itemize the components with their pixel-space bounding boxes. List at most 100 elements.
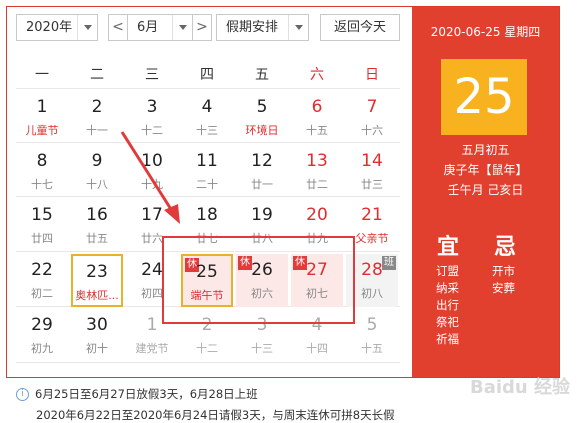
next-month-button[interactable]: >	[192, 14, 212, 41]
yi-item: 订盟	[436, 264, 459, 278]
lunar-label: 奥林匹...	[75, 289, 119, 302]
day-cell[interactable]: 9 十八	[71, 145, 123, 198]
day-number: 8	[36, 151, 48, 171]
holiday-select-label: 假期安排	[226, 20, 279, 35]
day-cell[interactable]: 30 初十	[71, 309, 123, 362]
yi-item: 祈福	[436, 332, 459, 346]
lunar-label: 廿一	[251, 178, 273, 191]
day-cell[interactable]: 15 廿四	[16, 199, 68, 252]
lunar-label: 初二	[31, 287, 53, 300]
notice-line-1: 6月25日至6月27日放假3天，6月28日上班	[35, 387, 258, 401]
day-number: 2	[91, 97, 103, 117]
lunar-label: 十三	[251, 342, 273, 355]
day-cell[interactable]: 4 十三	[181, 91, 233, 144]
holiday-notice: i 6月25日至6月27日放假3天，6月28日上班	[16, 386, 258, 402]
day-cell[interactable]: 5 环境日	[236, 91, 288, 144]
lunar-label: 廿二	[306, 178, 328, 191]
day-cell[interactable]: 11 二十	[181, 145, 233, 198]
day-number: 9	[91, 151, 103, 171]
day-number: 1	[36, 97, 48, 117]
yi-heading: 宜	[437, 235, 460, 260]
weekday-label: 三	[145, 67, 159, 83]
day-number: 12	[251, 151, 273, 171]
ji-list: 开市 安葬	[492, 263, 515, 297]
weekday-label: 一	[35, 67, 49, 83]
lunar-label: 十六	[361, 124, 383, 137]
info-icon: i	[16, 388, 29, 401]
day-number: 30	[86, 315, 108, 335]
prev-month-button[interactable]: <	[108, 14, 128, 41]
chevron-down-icon	[77, 15, 97, 40]
lunar-date: 五月初五	[461, 143, 510, 157]
day-cell[interactable]: 8 十七	[16, 145, 68, 198]
day-cell[interactable]: 23 奥林匹...	[71, 254, 123, 307]
weekday-header: 一 二 三 四 五 六 日	[16, 58, 400, 88]
day-cell[interactable]: 7 十六	[346, 91, 398, 144]
lunar-label: 十五	[361, 342, 383, 355]
calendar-toolbar: 2020年 < 6月 > 假期安排 返回今天	[10, 14, 404, 42]
day-number: 18	[196, 205, 218, 225]
lunar-label: 廿四	[31, 232, 53, 245]
lunar-label: 二十	[196, 178, 218, 191]
lunar-label: 初九	[31, 342, 53, 355]
day-cell[interactable]: 12 廿一	[236, 145, 288, 198]
lunar-label: 廿三	[361, 178, 383, 191]
chevron-down-icon	[288, 15, 308, 40]
day-cell[interactable]: 22 初二	[16, 254, 68, 307]
day-number: 3	[146, 97, 158, 117]
back-to-today-button[interactable]: 返回今天	[320, 14, 400, 41]
day-number: 14	[361, 151, 383, 171]
ji-item: 安葬	[492, 281, 515, 295]
lunar-label: 廿五	[86, 232, 108, 245]
day-number: 16	[86, 205, 108, 225]
lunar-label: 建党节	[135, 342, 169, 355]
lunar-month-day: 壬午月 己亥日	[447, 183, 524, 197]
month-select[interactable]: 6月	[127, 14, 193, 41]
lunar-label: 十一	[86, 124, 108, 137]
ji-heading: 忌	[494, 235, 517, 260]
month-select-label: 6月	[137, 20, 159, 35]
day-number: 4	[201, 97, 213, 117]
lunar-year: 庚子年【鼠年】	[443, 163, 528, 177]
lunar-label: 十七	[31, 178, 53, 191]
day-number: 21	[361, 205, 383, 225]
day-number: 15	[31, 205, 53, 225]
day-cell[interactable]: 14 廿三	[346, 145, 398, 198]
weekday-label: 二	[90, 67, 104, 83]
watermark-logo: Baidu 经验	[469, 377, 570, 398]
lunar-label: 环境日	[245, 124, 279, 137]
day-number: 23	[86, 262, 108, 282]
annotation-arrow	[120, 131, 180, 224]
weekday-label: 日	[365, 67, 379, 83]
day-cell[interactable]: 1 儿童节	[16, 91, 68, 144]
day-number: 5	[256, 97, 268, 117]
day-cell[interactable]: 13 廿二	[291, 145, 343, 198]
grid-divider	[16, 88, 400, 89]
day-cell[interactable]: 29 初九	[16, 309, 68, 362]
lunar-label: 十五	[306, 124, 328, 137]
lunar-label: 十二	[196, 342, 218, 355]
day-number: 7	[366, 97, 378, 117]
lunar-label: 初十	[86, 342, 108, 355]
yi-item: 祭祀	[436, 315, 459, 329]
day-cell[interactable]: 16 廿五	[71, 199, 123, 252]
year-select[interactable]: 2020年	[16, 14, 98, 41]
holiday-select[interactable]: 假期安排	[216, 14, 309, 41]
weekday-label: 五	[255, 67, 269, 83]
day-cell[interactable]: 2 十一	[71, 91, 123, 144]
yi-item: 纳采	[436, 281, 459, 295]
chevron-down-icon	[172, 15, 192, 40]
weekday-label: 六	[310, 67, 324, 83]
selected-day-number: 25	[441, 59, 527, 135]
day-number: 13	[306, 151, 328, 171]
day-number: 6	[311, 97, 323, 117]
day-number: 22	[31, 260, 53, 280]
yi-list: 订盟 纳采 出行 祭祀 祈福	[436, 263, 459, 348]
ji-item: 开市	[492, 264, 515, 278]
selected-date-label: 2020-06-25 星期四	[430, 25, 541, 39]
notice-line-2: 2020年6月22日至2020年6月24日请假3天，与周末连休可拼8天长假	[36, 408, 395, 422]
day-number: 19	[251, 205, 273, 225]
day-detail-panel: 2020-06-25 星期四 25 五月初五 庚子年【鼠年】 壬午月 己亥日 宜…	[412, 7, 559, 377]
day-number: 11	[196, 151, 218, 171]
day-cell[interactable]: 6 十五	[291, 91, 343, 144]
